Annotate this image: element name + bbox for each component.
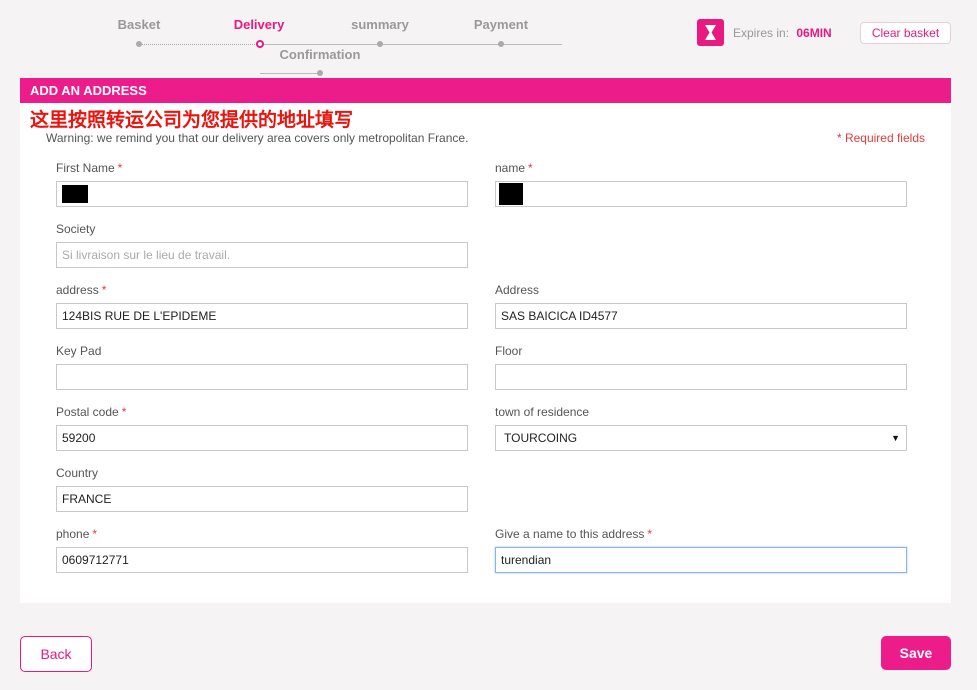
town-select[interactable]: TOURCOING ▼ <box>495 425 907 451</box>
step-delivery-label: Delivery <box>233 17 285 32</box>
step-connector <box>260 73 320 74</box>
step-delivery-dot <box>256 40 264 48</box>
first-name-label: First Name * <box>56 161 123 175</box>
society-input[interactable]: Si livraison sur le lieu de travail. <box>56 242 468 268</box>
back-button[interactable]: Back <box>20 636 92 672</box>
required-fields-note: * Required fields <box>836 131 925 145</box>
annotation-text: 这里按照转运公司为您提供的地址填写 <box>30 110 354 131</box>
address2-input[interactable]: SAS BAICICA ID4577 <box>495 303 907 329</box>
step-payment-dot <box>498 41 504 47</box>
dropdown-arrow-icon: ▼ <box>891 433 900 443</box>
address-name-label: Give a name to this address * <box>495 527 653 541</box>
address2-label: Address <box>495 283 540 297</box>
name-input[interactable] <box>495 181 907 207</box>
postal-code-input[interactable]: 59200 <box>56 425 468 451</box>
society-label: Society <box>56 222 96 236</box>
postal-code-label: Postal code * <box>56 405 127 419</box>
floor-input[interactable] <box>495 364 907 390</box>
step-basket-dot <box>136 41 142 47</box>
expires-value: 06MIN <box>796 26 832 40</box>
country-label: Country <box>56 466 99 480</box>
keypad-label: Key Pad <box>56 344 102 358</box>
step-connector <box>139 44 259 45</box>
expires-indicator: Expires in: 06MIN <box>733 26 832 40</box>
first-name-input[interactable] <box>56 181 468 207</box>
floor-label: Floor <box>495 344 523 358</box>
name-label: name * <box>495 161 533 175</box>
expires-label: Expires in: <box>733 26 790 40</box>
step-summary-dot <box>377 41 383 47</box>
step-confirmation-dot <box>317 70 323 76</box>
step-confirmation-label: Confirmation <box>279 47 361 62</box>
redacted-block <box>499 183 523 205</box>
hourglass-icon <box>697 19 724 46</box>
address-label: address * <box>56 283 107 297</box>
panel-title: ADD AN ADDRESS <box>20 78 951 103</box>
clear-basket-button[interactable]: Clear basket <box>860 22 951 44</box>
address-form-panel: ADD AN ADDRESS 这里按照转运公司为您提供的地址填写 Warning… <box>20 78 951 603</box>
step-connector <box>262 44 562 45</box>
save-button[interactable]: Save <box>881 636 951 670</box>
phone-input[interactable]: 0609712771 <box>56 547 468 573</box>
step-basket-label[interactable]: Basket <box>89 17 189 32</box>
town-label: town of residence <box>495 405 590 419</box>
redacted-block <box>62 185 88 203</box>
step-summary-label: summary <box>351 17 409 32</box>
address-name-input[interactable]: turendian <box>495 547 907 573</box>
delivery-warning: Warning: we remind you that our delivery… <box>46 131 469 145</box>
keypad-input[interactable] <box>56 364 468 390</box>
address-input[interactable]: 124BIS RUE DE L'EPIDEME <box>56 303 468 329</box>
country-input[interactable]: FRANCE <box>56 486 468 512</box>
town-selected-value: TOURCOING <box>504 431 578 445</box>
step-payment-label: Payment <box>473 17 529 32</box>
phone-label: phone * <box>56 527 98 541</box>
